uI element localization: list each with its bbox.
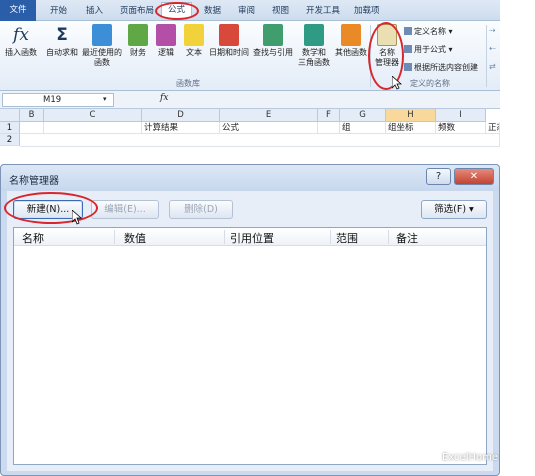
tab-review[interactable]: 审阅 — [238, 4, 255, 16]
formula-bar: M19 ▾ fx — [0, 91, 500, 109]
cell[interactable]: 计算结果 — [142, 122, 220, 134]
more-functions-button[interactable]: 其他函数 — [334, 24, 368, 58]
remove-arrows-icon[interactable]: ⇄ — [489, 62, 496, 71]
lookup-book-icon — [263, 24, 283, 46]
help-button[interactable]: ? — [426, 168, 451, 185]
dialog-titlebar[interactable]: 名称管理器 ? ✕ — [1, 165, 499, 191]
formulas-tab-highlight-ring — [155, 2, 199, 20]
financial-button[interactable]: 财务 — [126, 24, 150, 58]
column-header[interactable]: G — [340, 109, 386, 122]
fx-icon[interactable]: fx — [160, 93, 168, 103]
tab-insert[interactable]: 插入 — [86, 4, 103, 16]
date-time-button[interactable]: 日期和时间 — [208, 24, 250, 58]
recent-book-icon — [92, 24, 112, 46]
row-header[interactable]: 1 — [0, 122, 20, 134]
tab-developer[interactable]: 开发工具 — [306, 4, 340, 16]
tab-addins[interactable]: 加载项 — [354, 4, 380, 16]
ribbon-formulas-panel: fx 插入函数 Σ 自动求和 最近使用的 函数 财务 逻辑 文本 日期和时间 查… — [0, 21, 500, 91]
name-box-dropdown-icon[interactable]: ▾ — [103, 95, 107, 103]
logic-book-icon — [156, 24, 176, 46]
use-in-formula-button[interactable]: 用于公式 ▾ — [404, 44, 453, 55]
names-list-header: 名称 数值 引用位置 范围 备注 — [14, 228, 486, 246]
date-book-icon — [219, 24, 239, 46]
column-header-comment[interactable]: 备注 — [396, 230, 418, 246]
dialog-body: 新建(N)... 编辑(E)... 删除(D) 筛选(F) ▾ 名称 数值 引用… — [7, 191, 493, 471]
edit-name-button[interactable]: 编辑(E)... — [91, 200, 159, 219]
close-button[interactable]: ✕ — [454, 168, 494, 185]
column-divider — [224, 230, 225, 244]
column-header[interactable]: D — [142, 109, 220, 122]
create-from-selection-button[interactable]: 根据所选内容创建 — [404, 62, 478, 73]
delete-name-button[interactable]: 删除(D) — [169, 200, 233, 219]
fx-icon: fx — [13, 25, 29, 45]
column-header[interactable]: E — [220, 109, 318, 122]
cell[interactable]: 正态 — [486, 122, 500, 134]
watermark: ExcelHome — [442, 452, 499, 463]
names-list[interactable]: 名称 数值 引用位置 范围 备注 — [13, 227, 487, 465]
insert-function-button[interactable]: fx 插入函数 — [4, 24, 38, 58]
formula-icon — [404, 45, 412, 53]
filter-button[interactable]: 筛选(F) ▾ — [421, 200, 487, 219]
cell[interactable] — [318, 122, 340, 134]
cell[interactable] — [44, 122, 142, 134]
cell[interactable]: 组 — [340, 122, 386, 134]
column-header[interactable]: C — [44, 109, 142, 122]
cell[interactable]: 公式 — [220, 122, 318, 134]
row-header[interactable]: 2 — [0, 134, 20, 146]
name-box[interactable]: M19 — [2, 93, 114, 107]
cell[interactable] — [20, 122, 44, 134]
recent-functions-button[interactable]: 最近使用的 函数 — [82, 24, 122, 68]
mouse-cursor-icon — [392, 76, 402, 90]
column-header-value[interactable]: 数值 — [124, 230, 146, 246]
tab-view[interactable]: 视图 — [272, 4, 289, 16]
column-header[interactable]: H — [386, 109, 436, 122]
group-separator — [486, 25, 487, 87]
dialog-title: 名称管理器 — [9, 176, 59, 187]
excel-window: 文件 开始 插入 页面布局 公式 数据 审阅 视图 开发工具 加载项 fx 插入… — [0, 0, 500, 147]
worksheet-grid: B C D E F G H I 1 计算结果 公式 组 组坐标 频数 正态 2 — [0, 109, 500, 147]
math-book-icon — [304, 24, 324, 46]
column-divider — [330, 230, 331, 244]
autosum-button[interactable]: Σ 自动求和 — [44, 24, 80, 58]
cell[interactable] — [20, 134, 500, 147]
finance-book-icon — [128, 24, 148, 46]
define-name-button[interactable]: 定义名称 ▾ — [404, 26, 453, 37]
column-header[interactable]: B — [20, 109, 44, 122]
tab-home[interactable]: 开始 — [50, 4, 67, 16]
new-button-highlight-ring — [4, 192, 98, 224]
math-trig-button[interactable]: 数学和 三角函数 — [296, 24, 332, 68]
trace-dependents-icon[interactable]: ⇠ — [489, 44, 496, 53]
defined-names-group-label: 定义的名称 — [410, 79, 450, 88]
logical-button[interactable]: 逻辑 — [154, 24, 178, 58]
column-divider — [114, 230, 115, 244]
cell[interactable]: 频数 — [436, 122, 486, 134]
cell[interactable]: 组坐标 — [386, 122, 436, 134]
tab-file[interactable]: 文件 — [0, 0, 36, 21]
trace-precedents-icon[interactable]: ⇢ — [489, 26, 496, 35]
tab-data[interactable]: 数据 — [204, 4, 221, 16]
text-book-icon — [184, 24, 204, 46]
mouse-cursor-icon — [72, 210, 82, 225]
ribbon-tab-strip: 文件 开始 插入 页面布局 公式 数据 审阅 视图 开发工具 加载项 — [0, 0, 500, 21]
column-divider — [388, 230, 389, 244]
column-header-name[interactable]: 名称 — [22, 230, 44, 246]
select-all-corner[interactable] — [0, 109, 20, 122]
function-library-group-label: 函数库 — [176, 79, 200, 88]
column-header-scope[interactable]: 范围 — [336, 230, 358, 246]
text-functions-button[interactable]: 文本 — [182, 24, 206, 58]
lookup-reference-button[interactable]: 查找与引用 — [252, 24, 294, 58]
column-header[interactable]: F — [318, 109, 340, 122]
column-header-refers-to[interactable]: 引用位置 — [230, 230, 274, 246]
column-header[interactable]: I — [436, 109, 486, 122]
tab-page-layout[interactable]: 页面布局 — [120, 4, 154, 16]
tag-icon — [404, 27, 412, 35]
other-book-icon — [341, 24, 361, 46]
grid-icon — [404, 63, 412, 71]
sigma-icon: Σ — [56, 25, 68, 45]
